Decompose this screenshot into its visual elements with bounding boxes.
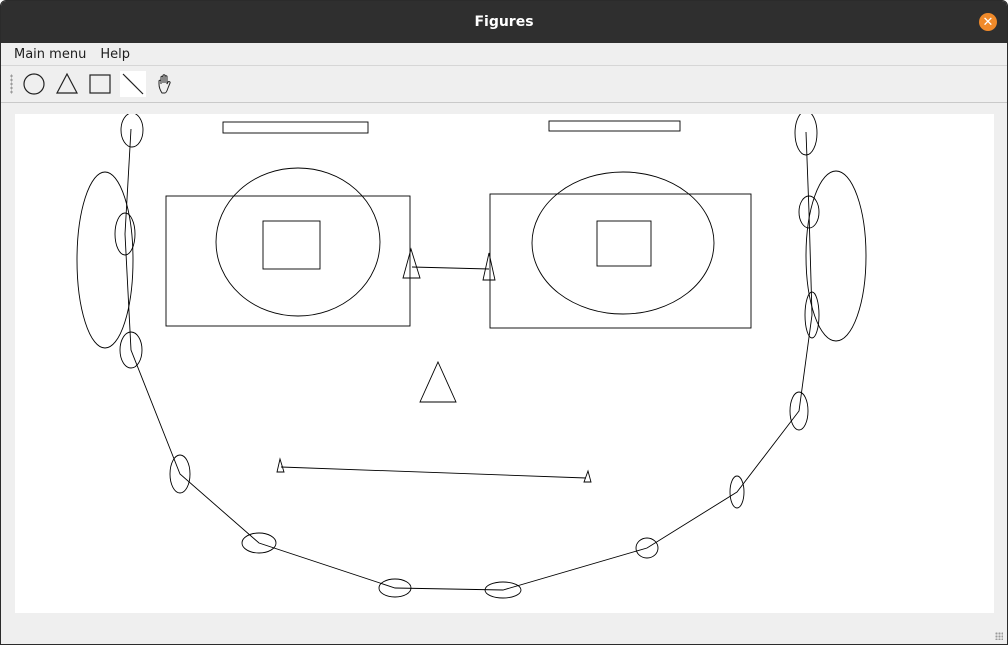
right-pupil-rect <box>596 220 652 267</box>
left-glasses-rect <box>165 195 411 327</box>
left-eyebrow-rect <box>222 121 369 134</box>
nose-triangle <box>419 360 457 403</box>
right-eyebrow-rect <box>548 120 681 132</box>
line-icon <box>122 73 144 95</box>
right-glasses-rect <box>489 193 752 329</box>
drawing-canvas[interactable] <box>15 110 994 613</box>
mouth-right-triangle <box>583 469 592 483</box>
resize-grip-handle[interactable] <box>995 632 1003 640</box>
bridge-right-triangle <box>482 252 496 281</box>
hand-tool-button[interactable] <box>153 71 179 97</box>
toolbar-grip-handle[interactable] <box>10 74 13 94</box>
left-eye-ellipse <box>215 167 381 317</box>
hand-icon <box>158 74 171 94</box>
bridge-line <box>411 266 490 270</box>
drawing-svg <box>76 110 867 599</box>
app-window: Figures ✕ Main menu Help <box>0 0 1008 645</box>
bridge-left-triangle <box>402 247 421 279</box>
mouth-left-triangle <box>276 457 285 473</box>
left-pupil-rect <box>262 220 321 270</box>
close-icon: ✕ <box>982 14 994 30</box>
rectangle-tool-button[interactable] <box>87 71 113 97</box>
face-outline-line <box>124 128 813 591</box>
outline-node-ellipse <box>120 112 144 148</box>
rectangle-icon <box>89 74 111 94</box>
triangle-icon <box>56 72 78 94</box>
menu-main[interactable]: Main menu <box>7 47 93 62</box>
toolbar <box>1 66 1007 103</box>
title-bar[interactable]: Figures ✕ <box>1 1 1007 43</box>
menu-help[interactable]: Help <box>93 47 137 62</box>
close-button[interactable]: ✕ <box>979 13 997 31</box>
circle-icon <box>23 73 45 95</box>
left-ear-ellipse <box>76 171 134 349</box>
right-ear-ellipse <box>805 170 867 342</box>
mouth-line <box>280 466 587 479</box>
window-title: Figures <box>474 14 534 30</box>
circle-tool-button[interactable] <box>21 71 47 97</box>
menu-bar: Main menu Help <box>1 43 1007 66</box>
line-tool-button[interactable] <box>120 71 146 97</box>
status-bar <box>1 614 1007 644</box>
right-eye-ellipse <box>531 171 715 315</box>
triangle-tool-button[interactable] <box>54 71 80 97</box>
